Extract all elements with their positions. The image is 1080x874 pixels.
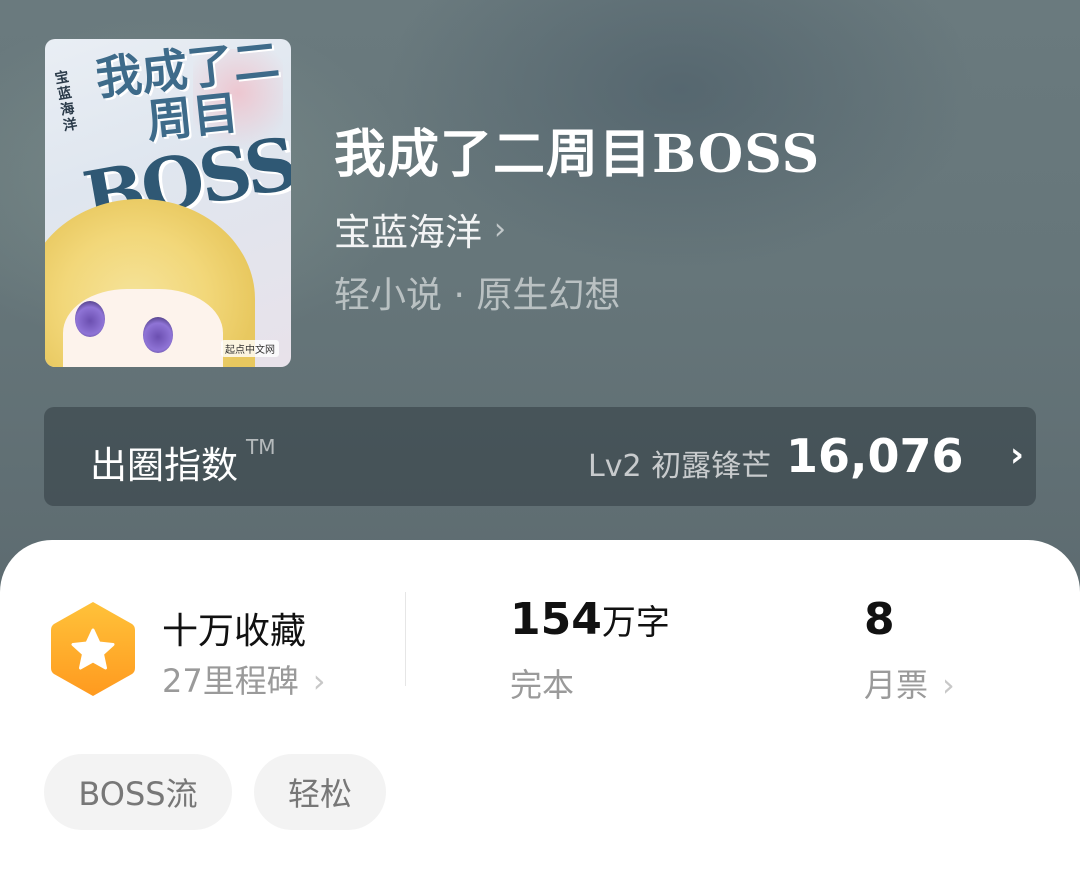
word-count: 154万字 xyxy=(510,594,670,645)
completion-status: 完本 xyxy=(510,666,575,704)
popularity-index-bar[interactable]: 出圈指数 TM Lv2 初露锋芒 16,076 › xyxy=(44,407,1036,506)
monthly-tickets: 8 xyxy=(864,594,895,645)
book-title: 我成了二周目BOSS xyxy=(334,124,821,185)
cover-character-eye xyxy=(143,317,173,353)
index-level: Lv2 初露锋芒 xyxy=(588,449,772,484)
collection-title: 十万收藏 xyxy=(162,611,307,652)
chevron-right-icon: › xyxy=(494,211,506,247)
index-label-group: 出圈指数 TM xyxy=(90,435,275,489)
index-value: 16,076 xyxy=(786,429,964,483)
monthly-tickets-link[interactable]: 月票 › xyxy=(864,660,955,706)
index-label: 出圈指数 xyxy=(90,444,238,487)
trademark-mark: TM xyxy=(246,435,276,459)
milestone-link[interactable]: 27里程碑 › xyxy=(162,656,326,702)
chevron-right-icon: › xyxy=(942,666,955,704)
monthly-tickets-label: 月票 xyxy=(864,666,929,704)
chevron-right-icon: › xyxy=(1010,435,1025,475)
tag-chip[interactable]: 轻松 xyxy=(254,754,386,830)
tag-chip[interactable]: BOSS流 xyxy=(44,754,232,830)
stats-divider xyxy=(405,592,406,686)
word-count-number: 154 xyxy=(510,594,602,645)
author-name: 宝蓝海洋 xyxy=(334,211,482,254)
star-icon xyxy=(51,602,135,696)
author-link[interactable]: 宝蓝海洋 › xyxy=(334,202,506,256)
chevron-right-icon: › xyxy=(312,662,326,700)
book-cover[interactable]: 我成了二周目 宝蓝海洋 BOSS 起点中文网 xyxy=(45,39,291,367)
milestone-label: 27里程碑 xyxy=(162,662,299,700)
monthly-tickets-number: 8 xyxy=(864,594,895,645)
cover-character-eye xyxy=(75,301,105,337)
word-count-unit: 万字 xyxy=(601,603,670,643)
cover-brand: 起点中文网 xyxy=(221,340,279,357)
book-category: 轻小说 · 原生幻想 xyxy=(334,275,621,316)
